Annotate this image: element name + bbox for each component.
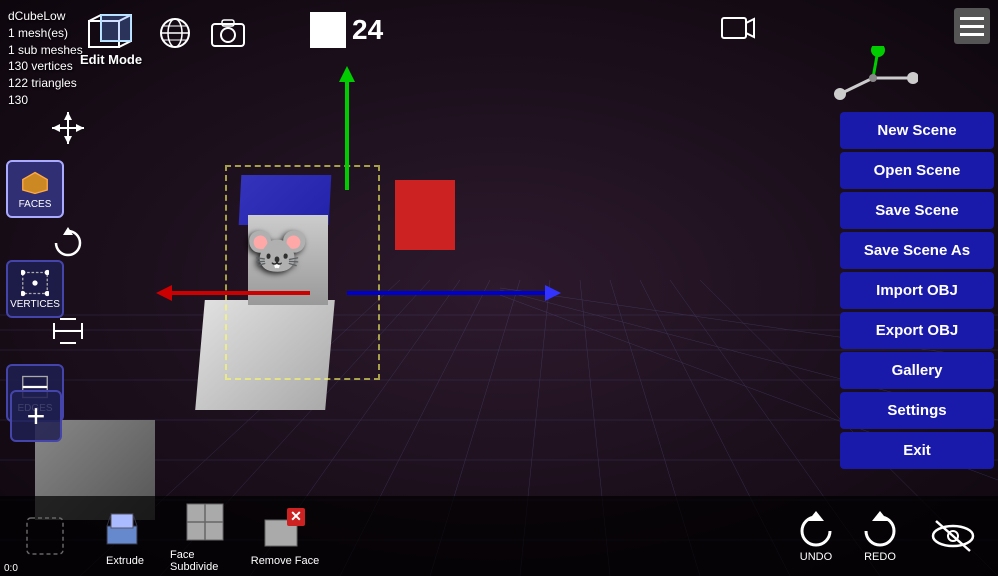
hamburger-line-1 [960,17,984,20]
empty-slot-icon [22,513,68,559]
faces-icon [21,169,49,197]
faces-tool-btn[interactable]: FACES [6,160,64,218]
scale-icon [50,315,86,347]
gallery-btn[interactable]: Gallery [840,352,994,389]
gizmo-z-axis[interactable] [347,291,547,295]
rotate-icon [50,225,86,261]
remove-face-tool-btn[interactable]: ✕ Remove Face [250,505,320,567]
face-subdivide-label: Face Subdivide [170,549,240,573]
import-obj-btn[interactable]: Import OBJ [840,272,994,309]
object-info-panel: dCubeLow 1 mesh(es) 1 sub meshes 130 ver… [8,8,83,109]
extrude-tool-btn[interactable]: Extrude [90,505,160,567]
eye-icon [928,517,978,555]
export-obj-btn[interactable]: Export OBJ [840,312,994,349]
open-scene-btn[interactable]: Open Scene [840,152,994,189]
empty-tool-slot [10,513,80,559]
mesh-count: 1 mesh(es) [8,25,83,42]
cube-object-red [395,180,455,250]
new-scene-btn[interactable]: New Scene [840,112,994,149]
hamburger-line-2 [960,25,984,28]
undo-btn[interactable]: UNDO [794,509,838,563]
triangle-count: 122 triangles [8,75,83,92]
faces-label: FACES [19,199,52,210]
remove-face-icon-svg: ✕ [263,506,307,550]
fps-counter: 24 [310,12,383,48]
vertices-label: VERTICES [10,299,60,310]
edit-mode-badge: Edit Mode [80,52,142,67]
settings-btn[interactable]: Settings [840,392,994,429]
left-toolbar: FACES VERTICES [6,160,64,422]
globe-icon-btn[interactable] [158,16,192,57]
hamburger-line-3 [960,33,984,36]
rotate-icon-btn[interactable] [50,225,86,266]
vertices-icon-svg [21,269,49,297]
nav-gizmo-svg [828,46,918,106]
camera-icon-btn[interactable] [720,14,756,49]
navigation-gizmo[interactable] [828,46,918,106]
remove-face-icon: ✕ [262,505,308,551]
bottom-toolbar: Extrude Face Subdivide ✕ [0,496,998,576]
sub-meshes: 1 sub meshes [8,42,83,59]
extrude-icon [102,505,148,551]
extra-count: 130 [8,92,83,109]
redo-label: REDO [864,551,896,563]
move-icon [50,110,86,146]
globe-icon [158,16,192,50]
redo-icon [858,509,902,547]
save-scene-btn[interactable]: Save Scene [840,192,994,229]
svg-text:✕: ✕ [290,508,302,524]
visibility-toggle-btn[interactable] [928,517,978,555]
vertices-tool-btn[interactable]: VERTICES [6,260,64,318]
object-name: dCubeLow [8,8,83,25]
fps-value: 24 [352,14,383,46]
face-subdivide-tool-btn[interactable]: Face Subdivide [170,499,240,573]
faces-icon-svg [21,169,49,197]
gizmo-y-axis[interactable] [345,80,349,190]
move-icon-btn[interactable] [50,110,86,151]
hamburger-menu-btn[interactable] [954,8,990,44]
bottom-coordinates: 0:0 [0,561,22,576]
redo-btn[interactable]: REDO [858,509,902,563]
undo-icon [794,509,838,547]
coords-value: 0:0 [4,563,18,574]
undo-label: UNDO [800,551,832,563]
add-icon: + [27,398,46,435]
add-object-btn[interactable]: + [10,390,62,442]
right-menu-panel: New Scene Open Scene Save Scene Save Sce… [836,108,998,473]
mouse-character: 🐭 [245,220,310,281]
extrude-icon-svg [103,506,147,550]
exit-btn[interactable]: Exit [840,432,994,469]
scale-icon-btn[interactable] [50,315,86,352]
empty-slot-svg [23,514,67,558]
viewport[interactable]: 🐭 dCubeLow 1 mesh(es) 1 sub meshes 130 v… [0,0,998,576]
subdivide-icon-svg [183,500,227,544]
screenshot-icon [210,18,246,48]
face-subdivide-icon [182,499,228,545]
remove-face-label: Remove Face [251,555,319,567]
extrude-label: Extrude [106,555,144,567]
gizmo-x-axis[interactable] [170,291,310,295]
camera-icon [720,14,756,42]
screenshot-icon-btn[interactable] [210,18,246,55]
fps-box [310,12,346,48]
vertices-icon [21,269,49,297]
vertex-count: 130 vertices [8,58,83,75]
save-scene-as-btn[interactable]: Save Scene As [840,232,994,269]
undo-redo-group: UNDO REDO [794,509,902,563]
